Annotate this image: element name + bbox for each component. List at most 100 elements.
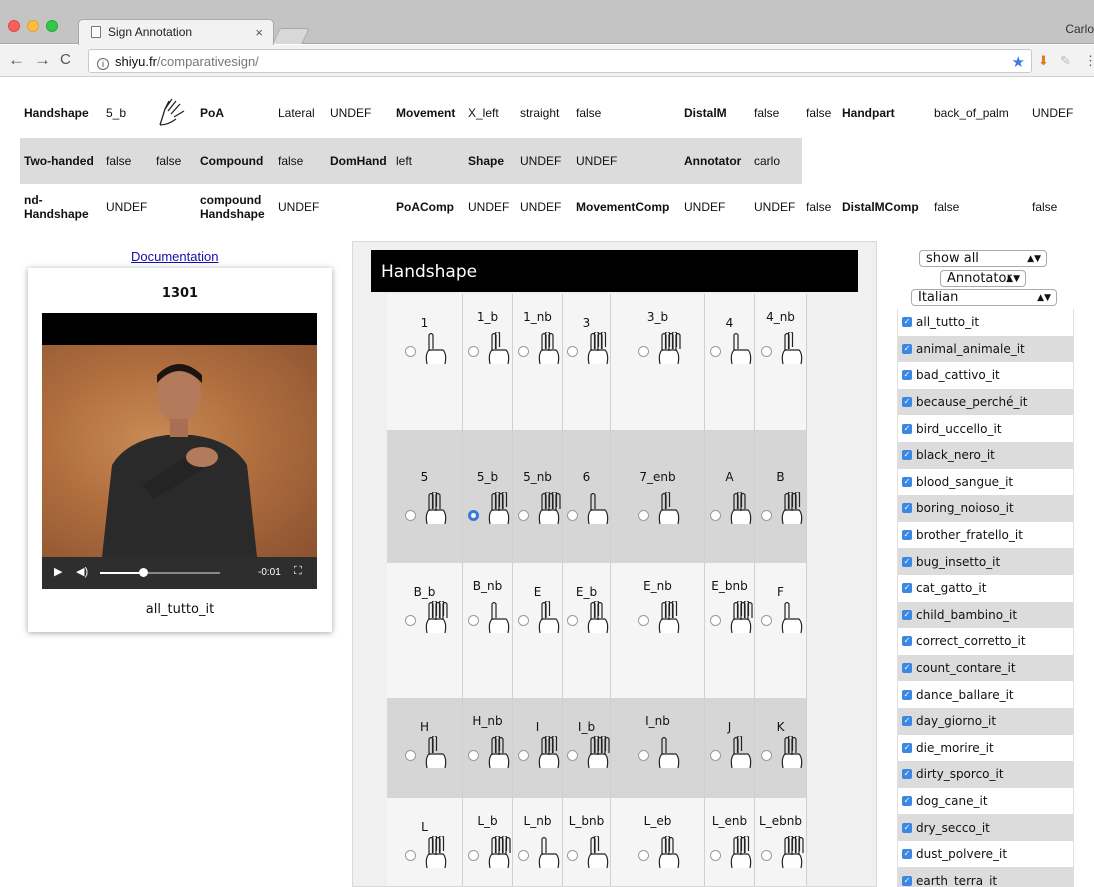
checkbox[interactable]: ✓ <box>902 875 912 886</box>
handshape-option[interactable]: 5_nb <box>513 430 563 563</box>
handshape-option[interactable]: 4 <box>705 294 755 430</box>
handshape-option[interactable]: H <box>387 698 463 798</box>
sign-list-item[interactable]: ✓ count_contare_it <box>897 654 1074 682</box>
fullscreen-icon[interactable]: ⛶ <box>294 565 302 578</box>
handshape-option[interactable]: I <box>513 698 563 798</box>
handshape-radio[interactable] <box>638 615 649 626</box>
checkbox[interactable]: ✓ <box>902 769 912 780</box>
handshape-radio[interactable] <box>405 346 416 357</box>
video-player[interactable]: ▶ ◀) -0:01 ⛶ <box>42 313 317 589</box>
volume-icon[interactable]: ◀) <box>76 565 88 578</box>
handshape-radio[interactable] <box>405 615 416 626</box>
handshape-radio[interactable] <box>468 510 479 521</box>
maximize-window-button[interactable] <box>46 20 58 32</box>
handshape-radio[interactable] <box>761 346 772 357</box>
minimize-window-button[interactable] <box>27 20 39 32</box>
handshape-option[interactable]: A <box>705 430 755 563</box>
sign-list-item[interactable]: ✓ black_nero_it <box>897 441 1074 469</box>
handshape-radio[interactable] <box>518 615 529 626</box>
extension-icon[interactable]: ✎ <box>1060 53 1071 69</box>
handshape-option[interactable]: 1_nb <box>513 294 563 430</box>
handshape-radio[interactable] <box>518 750 529 761</box>
handshape-radio[interactable] <box>761 750 772 761</box>
back-arrow-icon[interactable]: ← <box>8 50 25 70</box>
checkbox[interactable]: ✓ <box>902 849 912 860</box>
handshape-radio[interactable] <box>567 510 578 521</box>
info-icon[interactable]: i <box>97 58 109 70</box>
handshape-option[interactable]: 1 <box>387 294 463 430</box>
handshape-radio[interactable] <box>761 850 772 861</box>
handshape-option[interactable]: 3 <box>563 294 611 430</box>
checkbox[interactable]: ✓ <box>902 689 912 700</box>
handshape-radio[interactable] <box>638 750 649 761</box>
handshape-option[interactable]: 3_b <box>611 294 705 430</box>
sign-list-item[interactable]: ✓ blood_sangue_it <box>897 468 1074 496</box>
handshape-radio[interactable] <box>710 615 721 626</box>
handshape-option[interactable]: L_bnb <box>563 798 611 886</box>
download-icon[interactable]: ⬇ <box>1038 53 1049 69</box>
handshape-radio[interactable] <box>468 850 479 861</box>
handshape-radio[interactable] <box>468 750 479 761</box>
checkbox[interactable]: ✓ <box>902 503 912 514</box>
handshape-option[interactable]: 7_enb <box>611 430 705 563</box>
handshape-option[interactable]: E_bnb <box>705 563 755 698</box>
handshape-radio[interactable] <box>710 850 721 861</box>
handshape-radio[interactable] <box>405 850 416 861</box>
handshape-option[interactable]: B_nb <box>463 563 513 698</box>
video-progress-handle[interactable] <box>139 568 149 577</box>
handshape-radio[interactable] <box>638 510 649 521</box>
handshape-option[interactable]: E_b <box>563 563 611 698</box>
handshape-option[interactable]: 1_b <box>463 294 513 430</box>
sign-list-item[interactable]: ✓ because_perché_it <box>897 388 1074 416</box>
handshape-option[interactable]: L_nb <box>513 798 563 886</box>
sign-list-item[interactable]: ✓ dry_secco_it <box>897 814 1074 841</box>
checkbox[interactable]: ✓ <box>902 450 912 461</box>
checkbox[interactable]: ✓ <box>902 343 912 354</box>
browser-tab[interactable]: Sign Annotation × <box>78 19 274 45</box>
checkbox[interactable]: ✓ <box>902 716 912 727</box>
handshape-radio[interactable] <box>468 346 479 357</box>
handshape-option[interactable]: I_b <box>563 698 611 798</box>
checkbox[interactable]: ✓ <box>902 397 912 408</box>
handshape-radio[interactable] <box>638 850 649 861</box>
handshape-option[interactable]: B <box>755 430 807 563</box>
show-filter-select[interactable]: show all ▲▼ <box>919 250 1047 267</box>
sign-list-item[interactable]: ✓ boring_noioso_it <box>897 495 1074 522</box>
sign-list-item[interactable]: ✓ dog_cane_it <box>897 787 1074 815</box>
handshape-option[interactable]: I_nb <box>611 698 705 798</box>
sign-list-item[interactable]: ✓ dust_polvere_it <box>897 840 1074 868</box>
checkbox[interactable]: ✓ <box>902 822 912 833</box>
checkbox[interactable]: ✓ <box>902 370 912 381</box>
new-tab-button[interactable] <box>272 28 310 44</box>
handshape-radio[interactable] <box>518 346 529 357</box>
sign-list-item[interactable]: ✓ all_tutto_it <box>897 309 1074 336</box>
handshape-option[interactable]: B_b <box>387 563 463 698</box>
handshape-radio[interactable] <box>710 510 721 521</box>
handshape-radio[interactable] <box>405 750 416 761</box>
play-icon[interactable]: ▶ <box>54 565 62 578</box>
checkbox[interactable]: ✓ <box>902 317 912 328</box>
handshape-option[interactable]: F <box>755 563 807 698</box>
handshape-radio[interactable] <box>567 850 578 861</box>
sign-list-item[interactable]: ✓ correct_corretto_it <box>897 628 1074 655</box>
checkbox[interactable]: ✓ <box>902 530 912 541</box>
handshape-option[interactable]: L_b <box>463 798 513 886</box>
annotator-filter-select[interactable]: Annotator ▲▼ <box>940 270 1026 287</box>
handshape-radio[interactable] <box>638 346 649 357</box>
handshape-option[interactable]: 5 <box>387 430 463 563</box>
checkbox[interactable]: ✓ <box>902 663 912 674</box>
menu-dots-icon[interactable]: ⋮ <box>1084 53 1094 69</box>
address-bar[interactable]: i shiyu.fr/comparativesign/ ★ <box>88 49 1032 73</box>
handshape-option[interactable]: 6 <box>563 430 611 563</box>
handshape-option[interactable]: L <box>387 798 463 886</box>
sign-list-item[interactable]: ✓ child_bambino_it <box>897 601 1074 629</box>
handshape-radio[interactable] <box>567 615 578 626</box>
forward-arrow-icon[interactable]: → <box>34 50 51 70</box>
handshape-option[interactable]: K <box>755 698 807 798</box>
handshape-option[interactable]: 4_nb <box>755 294 807 430</box>
bookmark-star-icon[interactable]: ★ <box>1012 53 1025 71</box>
documentation-link[interactable]: Documentation <box>131 249 218 264</box>
sign-list-item[interactable]: ✓ earth_terra_it <box>897 867 1074 887</box>
handshape-radio[interactable] <box>518 510 529 521</box>
handshape-option[interactable]: E <box>513 563 563 698</box>
